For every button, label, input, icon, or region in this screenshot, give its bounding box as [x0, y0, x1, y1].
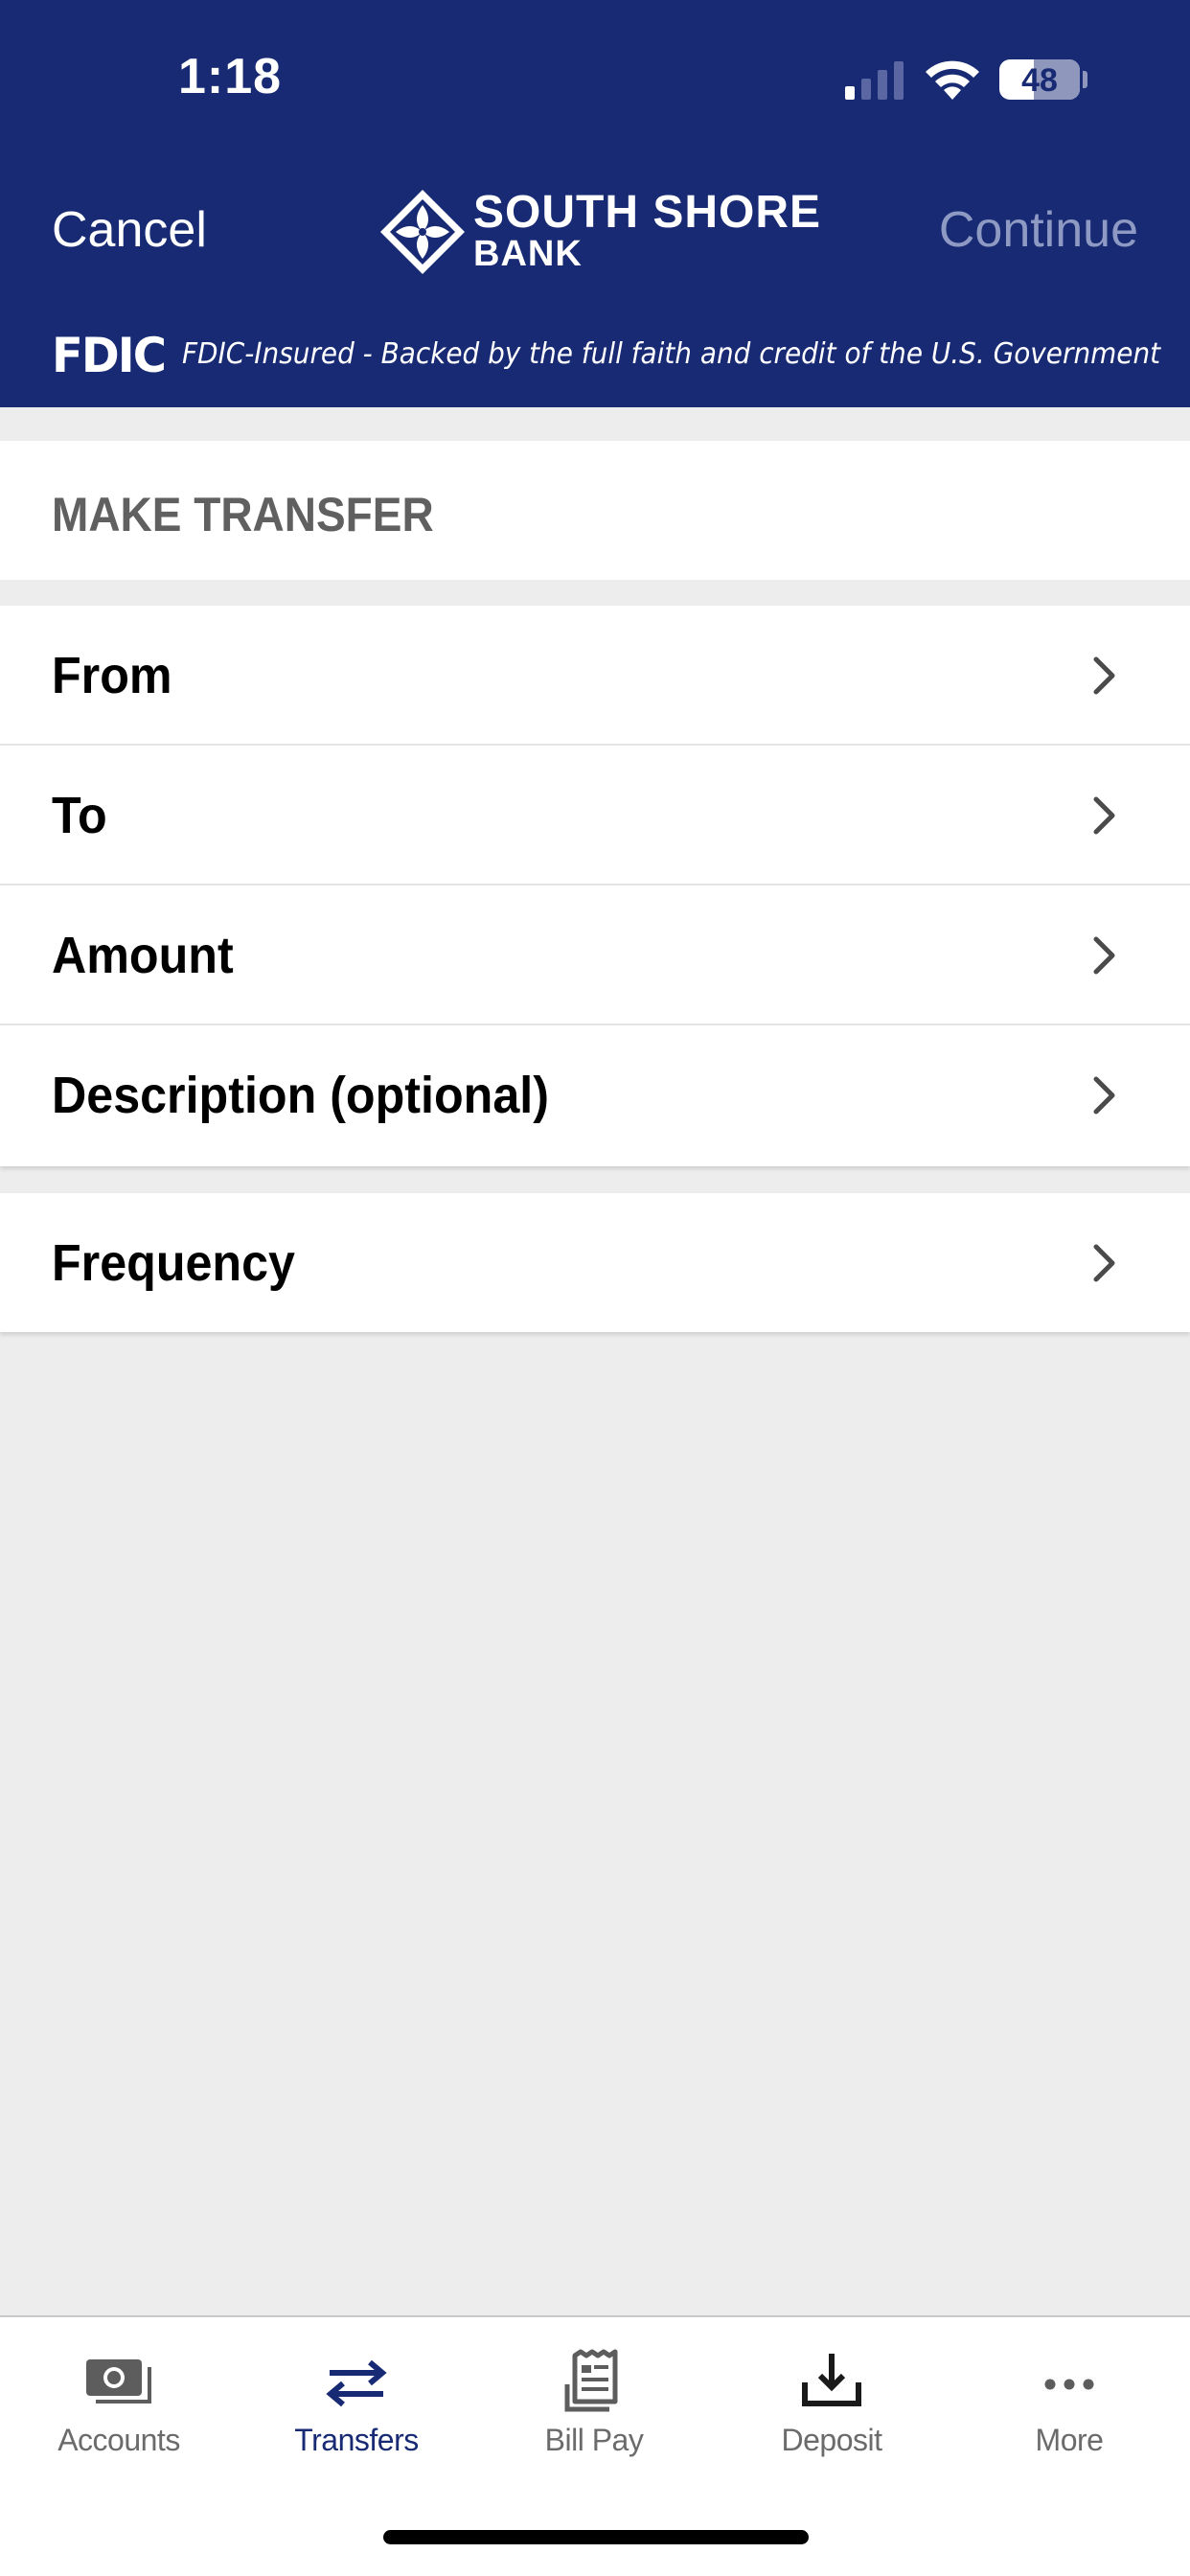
chevron-right-icon [1093, 936, 1115, 975]
wifi-icon [926, 60, 979, 100]
amount-row[interactable]: Amount [0, 886, 1190, 1025]
brand-name: SOUTH SHORE BANK [473, 187, 822, 274]
page-title: MAKE TRANSFER [52, 488, 434, 541]
tab-transfers[interactable]: Transfers [238, 2317, 475, 2490]
tab-bill-pay[interactable]: Bill Pay [475, 2317, 713, 2490]
transfer-options-group: Frequency [0, 1193, 1190, 1332]
frequency-label: Frequency [52, 1234, 295, 1292]
fdic-logo: FDIC [52, 328, 167, 383]
cellular-signal-icon [845, 61, 904, 100]
tab-accounts-label: Accounts [57, 2423, 180, 2457]
chevron-right-icon [1093, 1076, 1115, 1115]
fdic-notice: FDIC-Insured - Backed by the full faith … [182, 337, 1161, 371]
frequency-row[interactable]: Frequency [0, 1193, 1190, 1333]
accounts-icon [86, 2359, 151, 2404]
tab-accounts[interactable]: Accounts [0, 2317, 238, 2490]
tab-transfers-label: Transfers [294, 2423, 419, 2457]
brand-name-line1: SOUTH SHORE [473, 187, 822, 238]
description-row[interactable]: Description (optional) [0, 1025, 1190, 1165]
south-shore-bank-logo-icon [380, 190, 465, 274]
more-dots-icon [1044, 2379, 1094, 2390]
battery-level: 48 [1021, 62, 1058, 99]
deposit-download-icon [802, 2354, 861, 2406]
transfer-arrows-icon [326, 2359, 387, 2407]
from-row[interactable]: From [0, 606, 1190, 746]
chevron-right-icon [1093, 656, 1115, 695]
section-header: MAKE TRANSFER [0, 441, 1190, 580]
chevron-right-icon [1093, 1244, 1115, 1282]
continue-button[interactable]: Continue [939, 201, 1138, 259]
battery-nub [1083, 71, 1087, 88]
tab-deposit-label: Deposit [781, 2423, 883, 2457]
bill-receipt-icon [564, 2349, 618, 2412]
app-header: 1:18 48 Cancel SOUTH SHORE BANK Continue… [0, 0, 1190, 407]
to-row[interactable]: To [0, 746, 1190, 886]
tab-deposit[interactable]: Deposit [713, 2317, 950, 2490]
tab-more[interactable]: More [950, 2317, 1188, 2490]
to-label: To [52, 787, 107, 844]
tab-bill-pay-label: Bill Pay [544, 2423, 644, 2457]
tab-more-label: More [1035, 2423, 1104, 2457]
brand-name-line2: BANK [473, 234, 583, 274]
chevron-right-icon [1093, 796, 1115, 835]
amount-label: Amount [52, 927, 234, 984]
make-transfer-screen: 1:18 48 Cancel SOUTH SHORE BANK Continue… [0, 0, 1190, 2576]
from-label: From [52, 647, 172, 704]
battery-icon: 48 [999, 59, 1080, 100]
description-label: Description (optional) [52, 1067, 549, 1124]
status-time: 1:18 [177, 49, 283, 104]
home-indicator[interactable] [383, 2530, 809, 2544]
transfer-fields-group: From To Amount Description (optional) [0, 606, 1190, 1166]
cancel-button[interactable]: Cancel [52, 201, 207, 259]
